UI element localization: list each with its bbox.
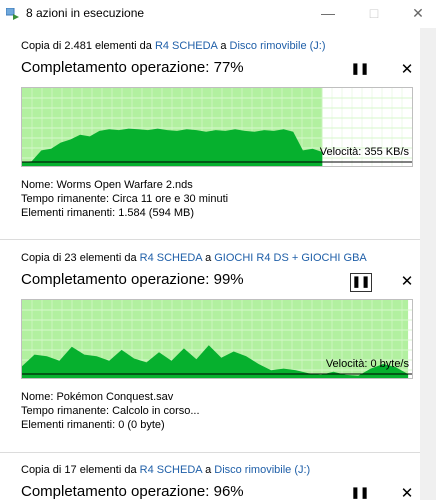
vertical-scrollbar[interactable] bbox=[420, 28, 436, 500]
detail-name: Nome: Worms Open Warfare 2.nds bbox=[21, 178, 228, 192]
detail-items: Elementi rimanenti: 0 (0 byte) bbox=[21, 418, 200, 432]
pause-button[interactable]: ❚❚ bbox=[350, 485, 370, 500]
window-title: 8 azioni in esecuzione bbox=[26, 6, 145, 20]
operation-details: Nome: Pokémon Conquest.sav Tempo rimanen… bbox=[21, 390, 200, 432]
cancel-button[interactable]: ✕ bbox=[398, 61, 416, 78]
detail-time: Tempo rimanente: Circa 11 ore e 30 minut… bbox=[21, 192, 228, 206]
detail-time: Tempo rimanente: Calcolo in corso... bbox=[21, 404, 200, 418]
connector-text: a bbox=[205, 252, 212, 264]
destination-link[interactable]: Disco rimovibile (J:) bbox=[230, 40, 326, 52]
speed-label: Velocità: 0 byte/s bbox=[325, 358, 409, 370]
close-icon: ✕ bbox=[400, 273, 414, 290]
detail-time-value: Circa 11 ore e 30 minuti bbox=[112, 193, 229, 205]
close-icon: ✕ bbox=[400, 61, 414, 78]
source-prefix: Copia di 23 elementi da bbox=[21, 252, 137, 264]
detail-name: Nome: Pokémon Conquest.sav bbox=[21, 390, 200, 404]
operation-source-line: Copia di 23 elementi da R4 SCHEDA a GIOC… bbox=[21, 252, 367, 264]
close-window-button[interactable]: ✕ bbox=[404, 3, 432, 23]
minimize-button[interactable]: — bbox=[314, 3, 342, 23]
detail-name-value: Worms Open Warfare 2.nds bbox=[56, 179, 193, 191]
close-icon: ✕ bbox=[412, 5, 424, 21]
operations-list[interactable]: Copia di 2.481 elementi da R4 SCHEDA a D… bbox=[0, 28, 420, 500]
detail-name-label: Nome: bbox=[21, 179, 54, 191]
source-prefix: Copia di 17 elementi da bbox=[21, 464, 137, 476]
source-link[interactable]: R4 SCHEDA bbox=[155, 40, 217, 52]
source-link[interactable]: R4 SCHEDA bbox=[140, 464, 202, 476]
pause-button[interactable]: ❚❚ bbox=[350, 61, 370, 78]
connector-text: a bbox=[220, 40, 227, 52]
detail-items-label: Elementi rimanenti: bbox=[21, 207, 116, 219]
progress-label: Completamento operazione: 99% bbox=[21, 271, 244, 288]
detail-items-label: Elementi rimanenti: bbox=[21, 419, 116, 431]
operation-source-line: Copia di 2.481 elementi da R4 SCHEDA a D… bbox=[21, 40, 326, 52]
source-link[interactable]: R4 SCHEDA bbox=[140, 252, 202, 264]
maximize-icon: □ bbox=[369, 5, 379, 21]
cancel-button[interactable]: ✕ bbox=[398, 273, 416, 290]
source-prefix: Copia di 2.481 elementi da bbox=[21, 40, 152, 52]
operation-details: Nome: Worms Open Warfare 2.nds Tempo rim… bbox=[21, 178, 228, 220]
detail-time-value: Calcolo in corso... bbox=[112, 405, 200, 417]
cancel-button[interactable]: ✕ bbox=[398, 485, 416, 500]
detail-time-label: Tempo rimanente: bbox=[21, 405, 110, 417]
speed-graph: Velocità: 0 byte/s bbox=[21, 299, 413, 379]
detail-time-label: Tempo rimanente: bbox=[21, 193, 110, 205]
pause-icon: ❚❚ bbox=[350, 487, 370, 499]
pause-button[interactable]: ❚❚ bbox=[350, 273, 372, 292]
detail-items-value: 1.584 (594 MB) bbox=[118, 207, 195, 219]
detail-items-value: 0 (0 byte) bbox=[118, 419, 165, 431]
divider bbox=[0, 452, 420, 453]
progress-label: Completamento operazione: 96% bbox=[21, 483, 244, 500]
destination-link[interactable]: GIOCHI R4 DS + GIOCHI GBA bbox=[214, 252, 367, 264]
speed-graph: Velocità: 355 KB/s bbox=[21, 87, 413, 167]
speed-label: Velocità: 355 KB/s bbox=[319, 146, 409, 158]
operation-source-line: Copia di 17 elementi da R4 SCHEDA a Disc… bbox=[21, 464, 310, 476]
minimize-icon: — bbox=[321, 5, 335, 21]
detail-items: Elementi rimanenti: 1.584 (594 MB) bbox=[21, 206, 228, 220]
detail-name-label: Nome: bbox=[21, 391, 54, 403]
divider bbox=[0, 239, 420, 240]
maximize-button: □ bbox=[360, 3, 388, 23]
destination-link[interactable]: Disco rimovibile (J:) bbox=[214, 464, 310, 476]
title-bar: 8 azioni in esecuzione — □ ✕ bbox=[0, 0, 436, 28]
progress-label: Completamento operazione: 77% bbox=[21, 59, 244, 76]
connector-text: a bbox=[205, 464, 212, 476]
pause-icon: ❚❚ bbox=[350, 63, 370, 75]
close-icon: ✕ bbox=[400, 485, 414, 500]
pause-icon: ❚❚ bbox=[351, 276, 371, 288]
file-copy-icon bbox=[6, 8, 19, 20]
detail-name-value: Pokémon Conquest.sav bbox=[56, 391, 174, 403]
